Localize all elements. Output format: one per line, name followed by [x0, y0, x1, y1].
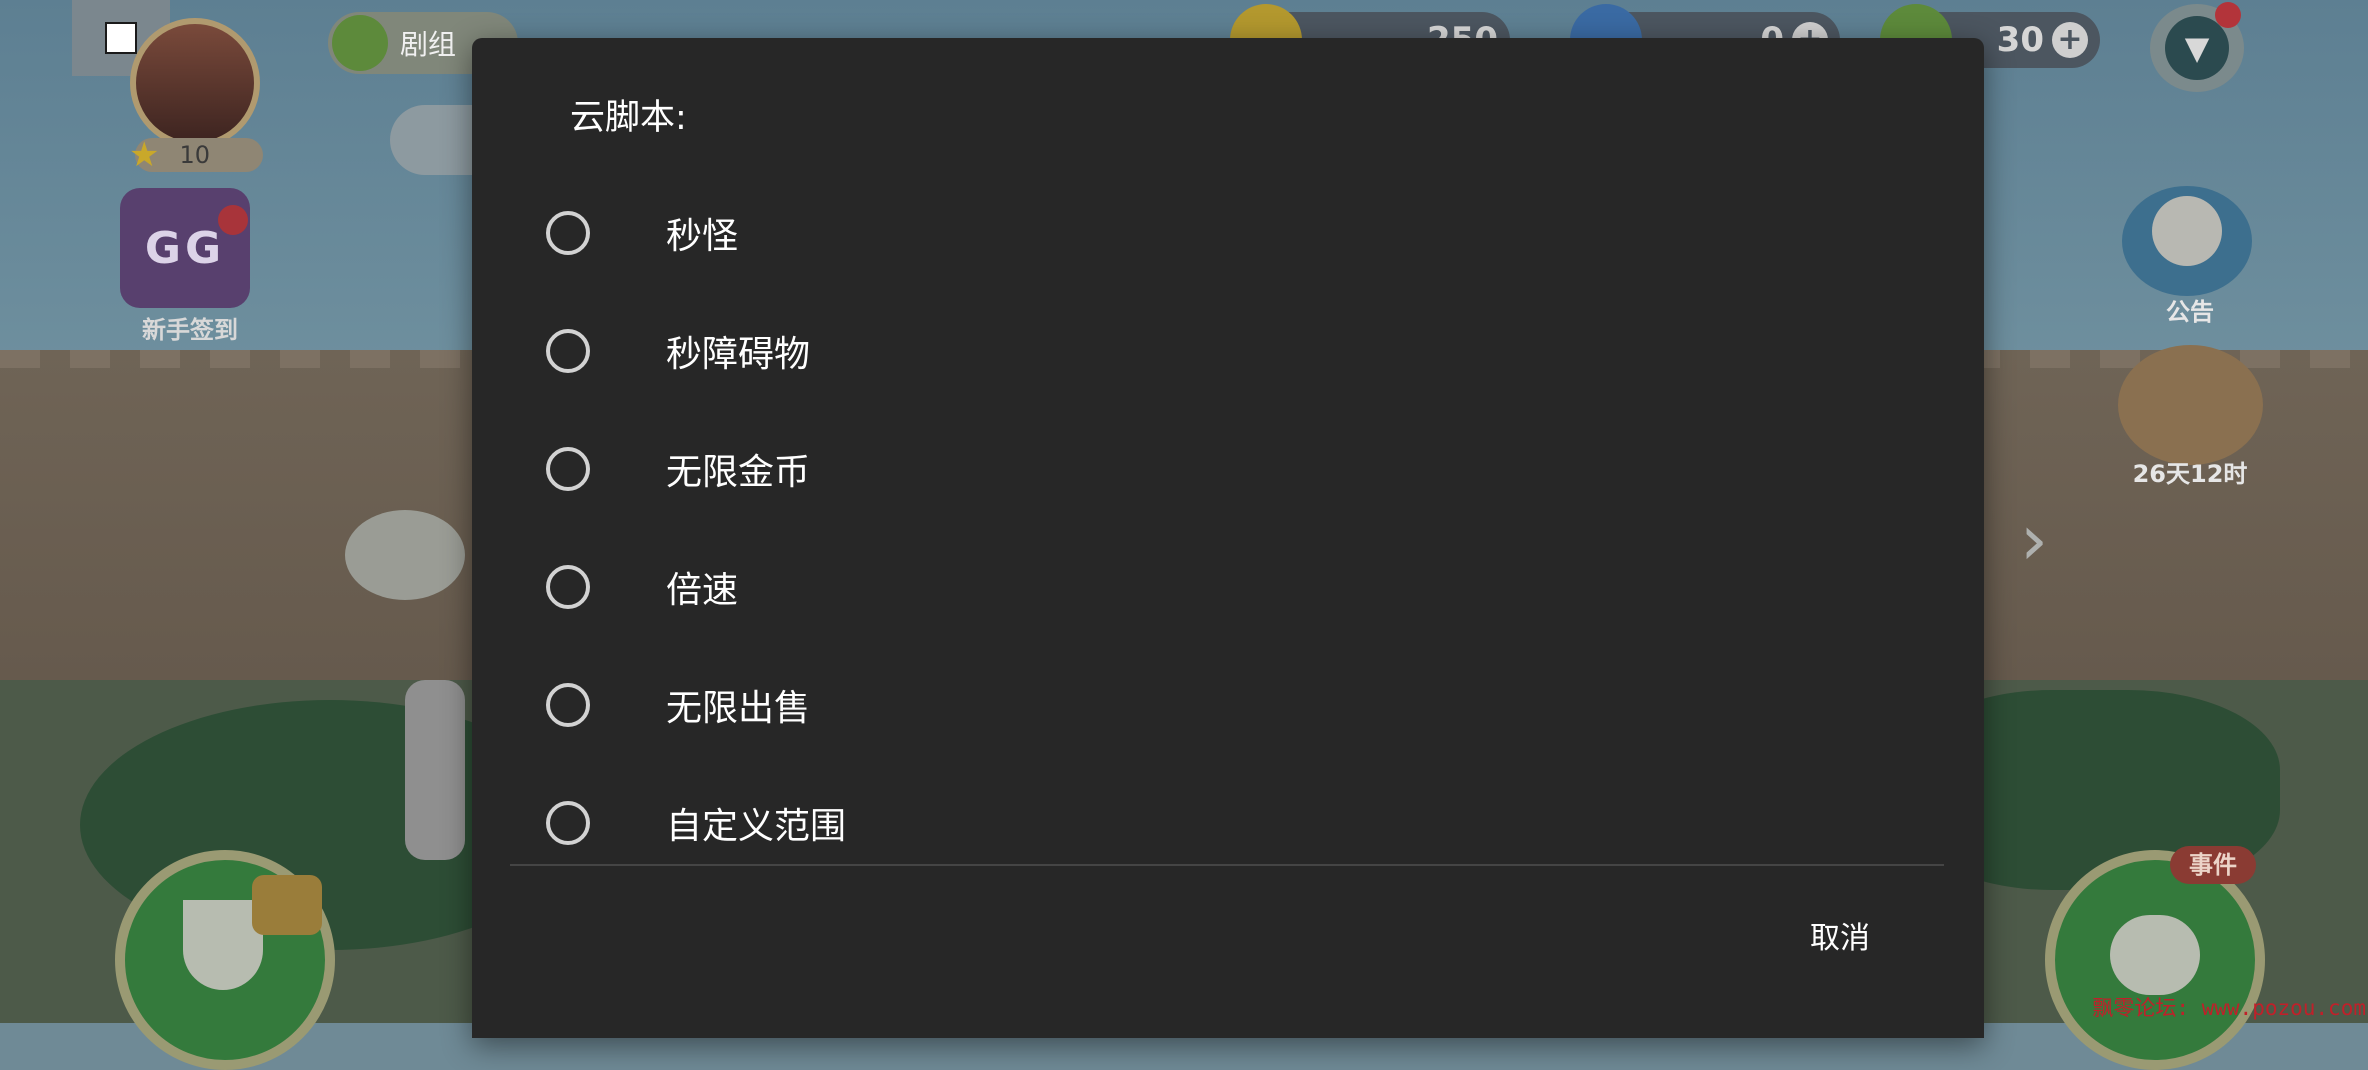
notice-button[interactable] [2122, 186, 2252, 296]
signin-label: 新手签到 [142, 316, 238, 344]
tower-body [405, 680, 465, 860]
star-icon: ★ [129, 135, 160, 175]
radio-button[interactable] [546, 683, 590, 727]
chevron-down-icon: ▼ [2165, 16, 2229, 80]
watermark: 飘零论坛: www.pozou.com [2092, 996, 2366, 1020]
option-unlimited-sell[interactable]: 无限出售 [512, 650, 1932, 760]
option-label: 无限出售 [666, 688, 811, 729]
leaf-value: 30 [1996, 20, 2044, 60]
speaker-tower-top [345, 510, 465, 600]
notice-label: 公告 [2166, 298, 2214, 326]
option-label: 倍速 [666, 570, 739, 611]
cancel-button[interactable]: 取消 [1772, 904, 1908, 974]
option-label: 秒怪 [666, 216, 739, 257]
dialog-title: 云脚本: [570, 98, 687, 138]
story-icon [332, 15, 388, 71]
option-label: 自定义范围 [666, 806, 847, 847]
trophy-icon [183, 900, 263, 990]
radio-button[interactable] [546, 565, 590, 609]
radio-button[interactable] [546, 801, 590, 845]
lock-icon [252, 875, 322, 935]
cloud-script-dialog: 云脚本: 秒怪 秒障碍物 无限金币 倍速 无限出售 自定义范围 取消 [472, 38, 1984, 1038]
notification-dot [2215, 2, 2241, 28]
radio-button[interactable] [546, 211, 590, 255]
option-label: 无限金币 [666, 452, 811, 493]
story-button-label: 剧组 [400, 28, 457, 61]
radio-button[interactable] [546, 447, 590, 491]
dialog-divider [510, 864, 1944, 866]
player-level: 10 [179, 141, 211, 169]
gg-icon-text: GG [144, 222, 226, 274]
radio-button[interactable] [546, 329, 590, 373]
event-icon[interactable] [2118, 345, 2263, 465]
notification-dot [218, 205, 248, 235]
plus-icon[interactable]: + [2052, 22, 2088, 58]
rabbit-icon [2110, 915, 2200, 995]
event-timer: 26天12时 [2132, 460, 2248, 488]
chevron-right-icon[interactable]: › [2020, 505, 2048, 575]
player-level-badge: ★ 10 [129, 138, 263, 172]
event-badge: 事件 [2170, 846, 2256, 884]
avatar[interactable] [130, 18, 260, 148]
checkbox-box [105, 22, 137, 54]
option-label: 秒障碍物 [666, 334, 811, 375]
megaphone-icon [2152, 196, 2222, 266]
option-unlimited-coins[interactable]: 无限金币 [512, 414, 1932, 524]
option-custom-range[interactable]: 自定义范围 [512, 768, 1932, 878]
option-speed-multiplier[interactable]: 倍速 [512, 532, 1932, 642]
option-instant-kill[interactable]: 秒怪 [512, 178, 1932, 288]
option-instant-obstacle[interactable]: 秒障碍物 [512, 296, 1932, 406]
